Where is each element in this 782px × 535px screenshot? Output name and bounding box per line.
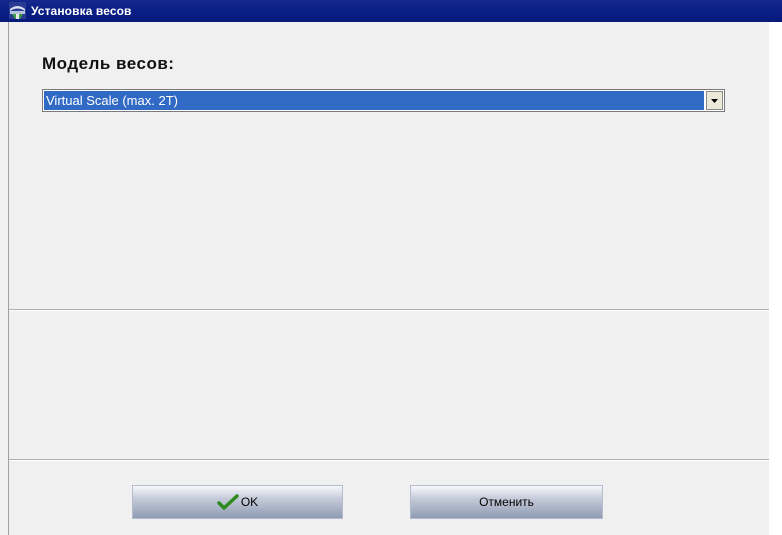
right-margin (769, 22, 782, 535)
cancel-button-label: Отменить (479, 495, 534, 509)
scale-model-selected-value: Virtual Scale (max. 2T) (44, 91, 704, 110)
dialog-content: Модель весов: Virtual Scale (max. 2T) OK… (9, 22, 769, 535)
ok-button-label: OK (240, 495, 259, 509)
dropdown-button[interactable] (706, 91, 723, 110)
checkmark-icon (217, 494, 239, 510)
chevron-down-icon (711, 98, 718, 103)
scale-app-icon (9, 2, 26, 19)
scale-model-select[interactable]: Virtual Scale (max. 2T) (42, 89, 725, 112)
ok-button[interactable]: OK (132, 485, 343, 519)
separator-bottom (9, 459, 769, 461)
model-label: Модель весов: (42, 54, 175, 73)
title-bar[interactable]: Установка весов (0, 0, 782, 22)
cancel-button[interactable]: Отменить (410, 485, 603, 519)
dialog-window: Установка весов Модель весов: Virtual Sc… (0, 0, 782, 535)
window-title: Установка весов (31, 4, 132, 18)
separator-top (9, 309, 769, 311)
